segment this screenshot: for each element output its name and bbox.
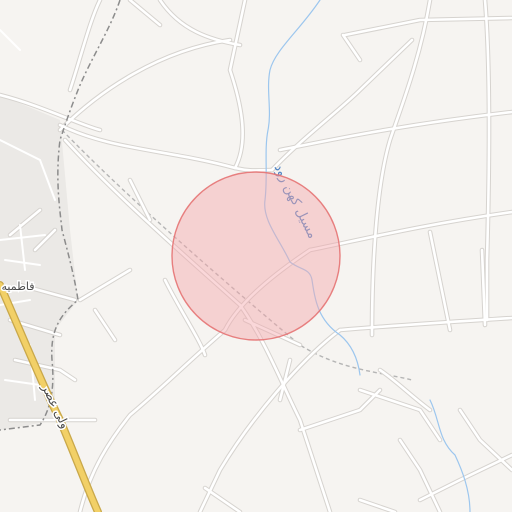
map-view[interactable]: مسیل کهن رود ولی عصر فاطمیه: [0, 0, 512, 512]
location-marker[interactable]: [171, 171, 341, 341]
map-canvas: مسیل کهن رود ولی عصر فاطمیه: [0, 0, 512, 512]
town-label: فاطمیه: [2, 280, 35, 293]
